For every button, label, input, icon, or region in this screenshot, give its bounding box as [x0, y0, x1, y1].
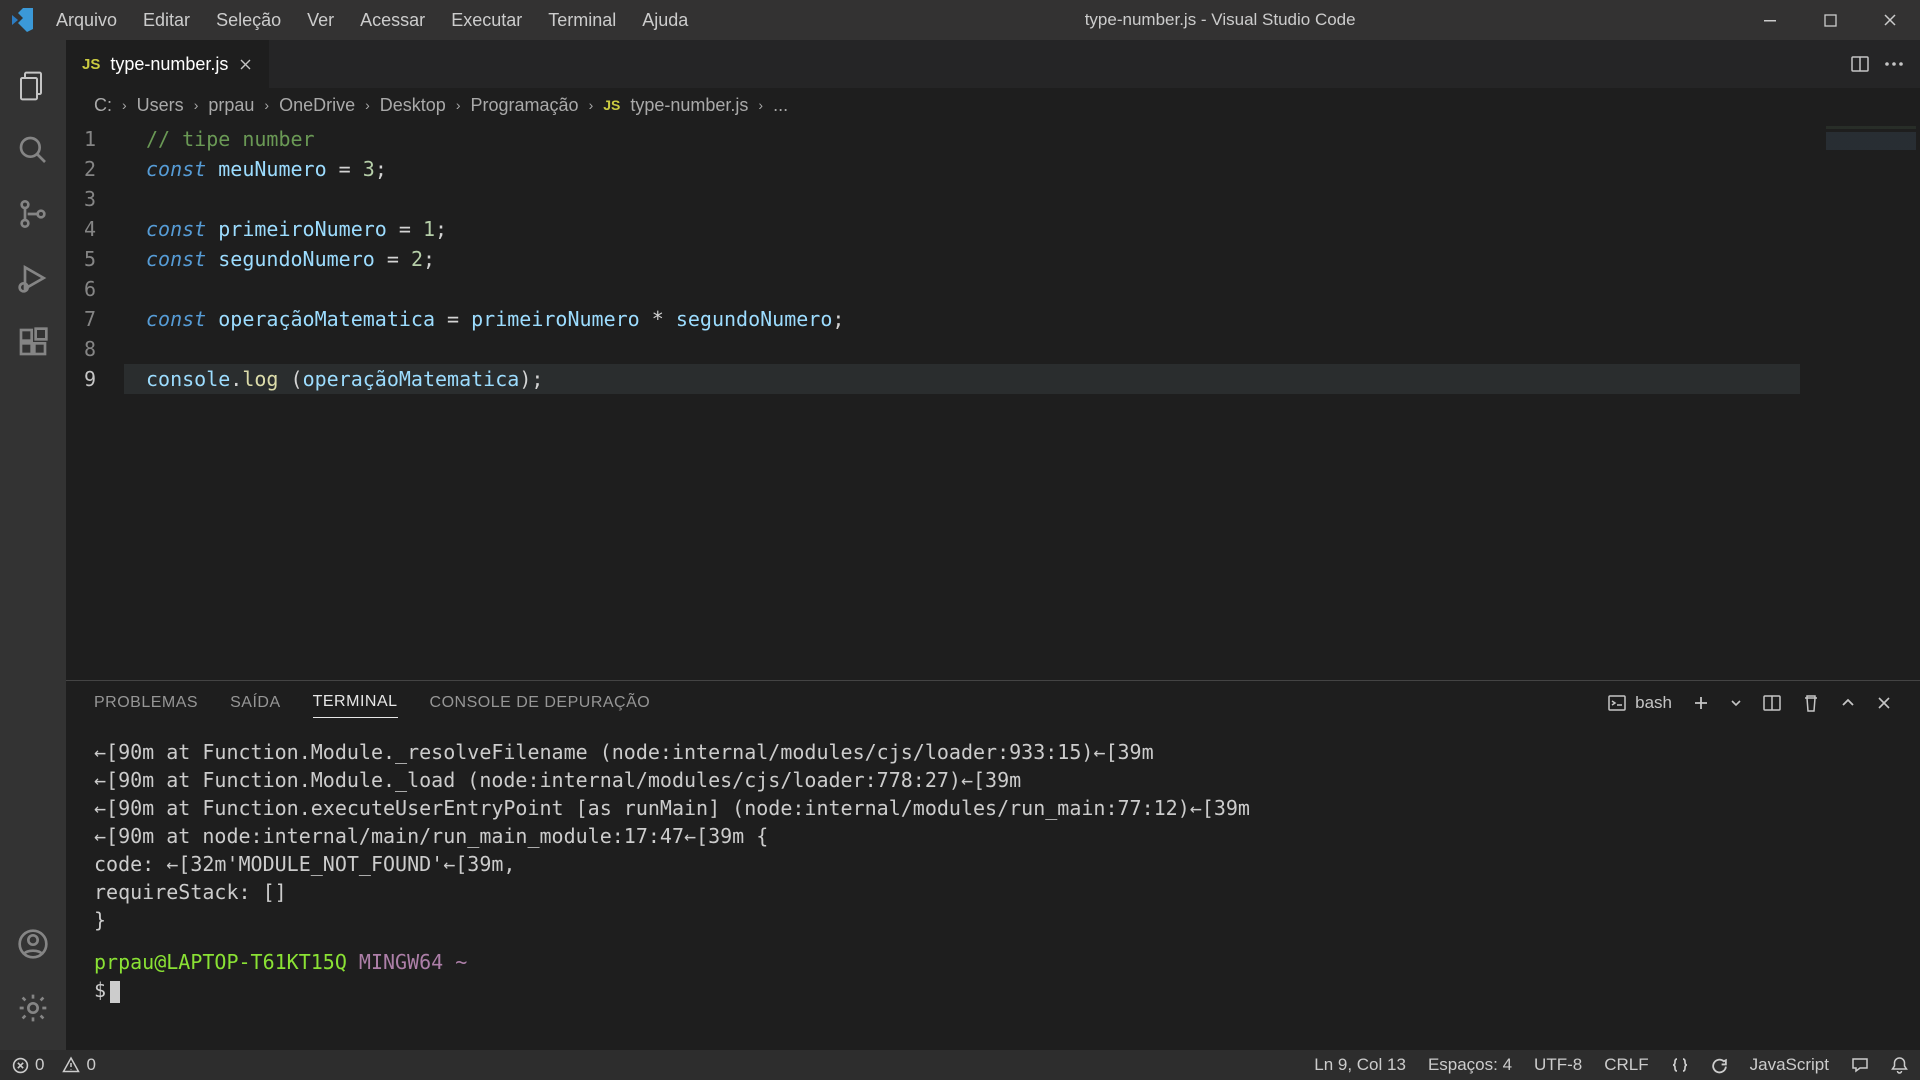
- accounts-icon[interactable]: [0, 912, 66, 976]
- split-terminal-icon[interactable]: [1762, 693, 1782, 713]
- code-area[interactable]: // tipe number const meuNumero = 3; cons…: [124, 122, 1920, 680]
- menu-editar[interactable]: Editar: [131, 4, 202, 37]
- status-eol[interactable]: CRLF: [1604, 1055, 1648, 1075]
- minimize-button[interactable]: [1740, 0, 1800, 40]
- tab-close-icon[interactable]: [238, 57, 253, 72]
- minimap[interactable]: [1800, 122, 1920, 680]
- main-area: JS type-number.js C:› Users› prpau› OneD…: [66, 40, 1920, 1050]
- terminal-cursor: [110, 981, 120, 1003]
- js-file-icon: JS: [82, 56, 100, 73]
- menu-terminal[interactable]: Terminal: [536, 4, 628, 37]
- search-icon[interactable]: [0, 118, 66, 182]
- vscode-logo-icon: [0, 8, 44, 32]
- status-braces-icon[interactable]: [1671, 1056, 1689, 1074]
- panel: PROBLEMAS SAÍDA TERMINAL CONSOLE DE DEPU…: [66, 680, 1920, 1050]
- activity-bar: [0, 40, 66, 1050]
- panel-tab-debug-console[interactable]: CONSOLE DE DEPURAÇÃO: [430, 688, 651, 718]
- breadcrumb-item[interactable]: type-number.js: [630, 95, 748, 116]
- status-cursor-position[interactable]: Ln 9, Col 13: [1314, 1055, 1406, 1075]
- window-controls: [1740, 0, 1920, 40]
- panel-tabs: PROBLEMAS SAÍDA TERMINAL CONSOLE DE DEPU…: [66, 681, 1920, 724]
- panel-tab-saida[interactable]: SAÍDA: [230, 688, 281, 718]
- new-terminal-icon[interactable]: [1692, 694, 1710, 712]
- status-bar: 0 0 Ln 9, Col 13 Espaços: 4 UTF-8 CRLF J…: [0, 1050, 1920, 1080]
- maximize-panel-icon[interactable]: [1840, 695, 1856, 711]
- status-language[interactable]: JavaScript: [1750, 1055, 1829, 1075]
- maximize-button[interactable]: [1800, 0, 1860, 40]
- tab-type-number[interactable]: JS type-number.js: [66, 40, 269, 88]
- editor-tabs: JS type-number.js: [66, 40, 1920, 88]
- panel-tab-terminal[interactable]: TERMINAL: [313, 687, 398, 718]
- status-bell-icon[interactable]: [1891, 1056, 1908, 1074]
- window-title: type-number.js - Visual Studio Code: [700, 10, 1740, 30]
- explorer-icon[interactable]: [0, 54, 66, 118]
- more-actions-icon[interactable]: [1884, 61, 1904, 67]
- kill-terminal-icon[interactable]: [1802, 693, 1820, 713]
- menu-ajuda[interactable]: Ajuda: [630, 4, 700, 37]
- status-prettier-icon[interactable]: [1711, 1057, 1728, 1074]
- close-button[interactable]: [1860, 0, 1920, 40]
- extensions-icon[interactable]: [0, 310, 66, 374]
- source-control-icon[interactable]: [0, 182, 66, 246]
- panel-tab-problemas[interactable]: PROBLEMAS: [94, 688, 198, 718]
- status-feedback-icon[interactable]: [1851, 1056, 1869, 1074]
- breadcrumb-item[interactable]: Programação: [471, 95, 579, 116]
- breadcrumb-item[interactable]: Users: [137, 95, 184, 116]
- line-number-gutter: 123 456 789: [66, 122, 124, 680]
- menu-arquivo[interactable]: Arquivo: [44, 4, 129, 37]
- breadcrumb-item[interactable]: prpau: [208, 95, 254, 116]
- tab-label: type-number.js: [110, 54, 228, 75]
- breadcrumb-item[interactable]: ...: [773, 95, 788, 116]
- titlebar: Arquivo Editar Seleção Ver Acessar Execu…: [0, 0, 1920, 40]
- menu-acessar[interactable]: Acessar: [348, 4, 437, 37]
- status-errors[interactable]: 0: [12, 1055, 44, 1075]
- prompt-symbol: $: [94, 978, 106, 1002]
- breadcrumb-item[interactable]: OneDrive: [279, 95, 355, 116]
- terminal-output[interactable]: ←[90m at Function.Module._resolveFilenam…: [66, 724, 1920, 1050]
- terminal-dropdown-icon[interactable]: [1730, 697, 1742, 709]
- settings-gear-icon[interactable]: [0, 976, 66, 1040]
- close-panel-icon[interactable]: [1876, 695, 1892, 711]
- breadcrumb[interactable]: C:› Users› prpau› OneDrive› Desktop› Pro…: [66, 88, 1920, 122]
- breadcrumb-item[interactable]: C:: [94, 95, 112, 116]
- run-debug-icon[interactable]: [0, 246, 66, 310]
- js-file-icon: JS: [603, 97, 620, 113]
- editor-actions: [1850, 40, 1920, 88]
- terminal-shell-indicator[interactable]: bash: [1607, 693, 1672, 713]
- menu-ver[interactable]: Ver: [295, 4, 346, 37]
- menu-selecao[interactable]: Seleção: [204, 4, 293, 37]
- breadcrumb-item[interactable]: Desktop: [380, 95, 446, 116]
- editor[interactable]: 123 456 789 // tipe number const meuNume…: [66, 122, 1920, 680]
- split-editor-icon[interactable]: [1850, 54, 1870, 74]
- menu-executar[interactable]: Executar: [439, 4, 534, 37]
- status-encoding[interactable]: UTF-8: [1534, 1055, 1582, 1075]
- status-indentation[interactable]: Espaços: 4: [1428, 1055, 1512, 1075]
- menu-bar: Arquivo Editar Seleção Ver Acessar Execu…: [44, 4, 700, 37]
- status-warnings[interactable]: 0: [62, 1055, 95, 1075]
